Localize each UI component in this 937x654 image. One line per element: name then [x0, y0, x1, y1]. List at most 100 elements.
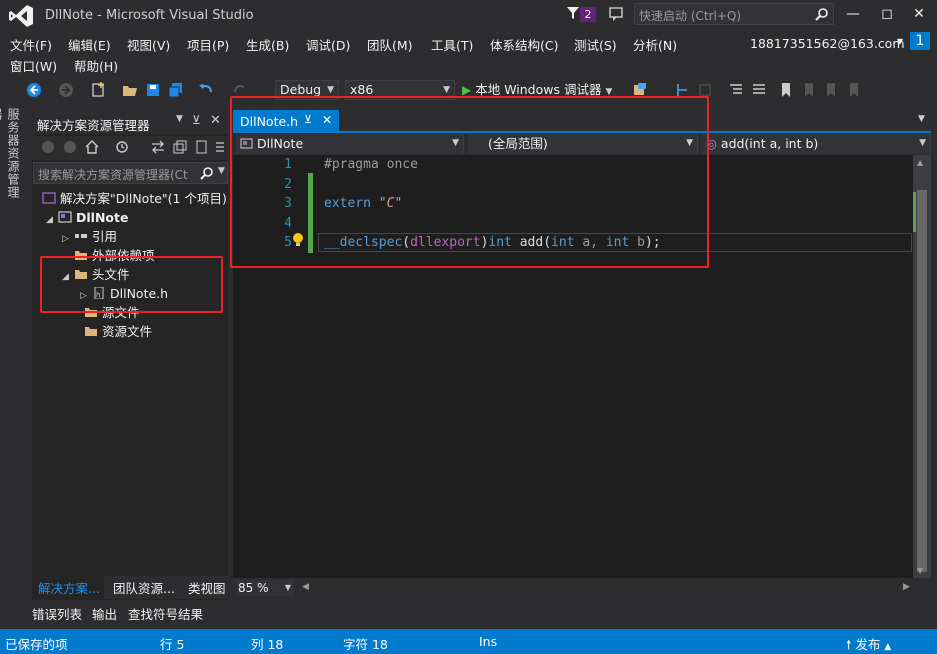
menu-window[interactable]: 窗口(W): [10, 56, 57, 75]
member-name: add(int a, int b): [720, 136, 819, 151]
account-dropdown-icon[interactable]: ▾: [897, 34, 903, 48]
tree-item-project[interactable]: ◢ DllNote: [46, 208, 128, 227]
menu-file[interactable]: 文件(F): [10, 35, 52, 54]
folder-icon: [85, 327, 97, 336]
cpp-project-icon: [58, 211, 72, 223]
status-text: 已保存的项: [5, 637, 68, 652]
pin-icon[interactable]: ⊻: [192, 113, 201, 127]
tab-output[interactable]: 输出: [92, 604, 117, 623]
status-bar: [0, 629, 937, 654]
zoom-value: 85 %: [238, 581, 269, 595]
back-icon[interactable]: [26, 82, 42, 98]
chevron-down-icon: ▼: [919, 138, 926, 148]
menu-help[interactable]: 帮助(H): [74, 56, 118, 75]
tree-item-label: DllNote: [76, 210, 129, 225]
tree-item-solution[interactable]: 解决方案"DllNote"(1 个项目): [42, 189, 227, 208]
expanded-chevron-icon[interactable]: ◢: [46, 211, 58, 230]
account-badge[interactable]: 1: [910, 32, 930, 50]
publish-button[interactable]: 🠕 发布 ▲: [846, 634, 891, 654]
tab-find-symbol-results[interactable]: 查找符号结果: [128, 604, 203, 623]
up-arrow-icon: 🠕: [846, 637, 852, 652]
menu-project[interactable]: 项目(P): [187, 35, 229, 54]
save-all-icon[interactable]: [168, 82, 184, 98]
history-icon[interactable]: [114, 139, 130, 155]
undo-icon[interactable]: [198, 82, 214, 98]
zoom-select[interactable]: 85 % ▼: [236, 580, 294, 596]
menu-tools[interactable]: 工具(T): [431, 35, 473, 54]
horizontal-scrollbar[interactable]: [233, 578, 913, 596]
search-icon: [200, 167, 213, 180]
menu-edit[interactable]: 编辑(E): [68, 35, 111, 54]
status-line: 行 5: [160, 637, 185, 652]
open-file-icon[interactable]: [122, 82, 138, 98]
play-icon: ▶: [462, 83, 472, 97]
scroll-down-icon[interactable]: ▼: [917, 566, 923, 575]
server-explorer-side-tab[interactable]: 服务器资源管理器: [0, 108, 22, 208]
visual-studio-logo-icon: [9, 5, 33, 27]
scroll-up-icon[interactable]: ▲: [917, 158, 923, 167]
quick-launch-input[interactable]: 快速启动 (Ctrl+Q): [634, 3, 834, 25]
status-column: 列 18: [251, 637, 284, 652]
menu-view[interactable]: 视图(V): [127, 35, 170, 54]
tab-list-dropdown-icon[interactable]: ▼: [918, 114, 925, 124]
start-debugging-label: 本地 Windows 调试器: [475, 82, 602, 97]
next-bookmark-icon[interactable]: [822, 82, 838, 98]
tree-item-references[interactable]: ▷ 引用: [62, 227, 117, 246]
solution-config-value: Debug: [280, 82, 322, 97]
home-icon[interactable]: [84, 139, 100, 155]
highlight-box-header-files: [40, 256, 223, 313]
new-project-icon[interactable]: [90, 82, 106, 98]
minimize-button[interactable]: —: [838, 4, 868, 24]
tab-error-list[interactable]: 错误列表: [32, 604, 82, 623]
uncomment-lines-icon[interactable]: [751, 82, 767, 98]
maximize-button[interactable]: ◻: [872, 4, 902, 24]
chevron-up-icon: ▲: [884, 642, 892, 652]
quick-launch-placeholder: 快速启动 (Ctrl+Q): [639, 9, 742, 23]
window-title: DllNote - Microsoft Visual Studio: [45, 8, 254, 23]
sync-icon[interactable]: [150, 139, 166, 155]
menu-team[interactable]: 团队(M): [367, 35, 413, 54]
member-dropdown[interactable]: ◎ add(int a, int b) ▼: [702, 134, 931, 154]
solution-explorer-search-input[interactable]: 搜索解决方案资源管理器(Ctrl ▼: [33, 162, 228, 184]
prev-bookmark-icon[interactable]: [800, 82, 816, 98]
close-button[interactable]: ✕: [904, 4, 934, 24]
menu-debug[interactable]: 调试(D): [306, 35, 350, 54]
close-panel-icon[interactable]: ✕: [210, 113, 221, 128]
menu-architecture[interactable]: 体系结构(C): [490, 35, 558, 54]
scroll-left-icon[interactable]: ◀: [302, 582, 309, 592]
comment-lines-icon[interactable]: [728, 82, 744, 98]
status-character: 字符 18: [343, 637, 388, 652]
menu-build[interactable]: 生成(B): [246, 35, 289, 54]
feedback-icon[interactable]: [608, 5, 626, 23]
save-icon[interactable]: [145, 82, 161, 98]
collapse-all-icon[interactable]: [172, 139, 188, 155]
tree-item-label: 引用: [92, 229, 118, 244]
show-all-files-icon[interactable]: [194, 139, 210, 155]
bookmark-icon[interactable]: [778, 82, 794, 98]
vertical-scroll-thumb[interactable]: [917, 190, 927, 572]
menu-test[interactable]: 测试(S): [574, 35, 617, 54]
scroll-change-marker: [913, 192, 916, 232]
notification-badge[interactable]: 2: [580, 7, 596, 22]
status-insert-mode: Ins: [479, 634, 498, 649]
account-name[interactable]: 18817351562@163.com: [750, 36, 905, 51]
tab-solution-explorer[interactable]: 解决方案...: [38, 578, 100, 597]
forward-icon[interactable]: [63, 140, 77, 154]
filter-icon[interactable]: [566, 6, 580, 20]
scroll-right-icon[interactable]: ▶: [903, 582, 910, 592]
clear-bookmarks-icon[interactable]: [845, 82, 861, 98]
tree-item-label: 资源文件: [102, 324, 153, 339]
forward-icon[interactable]: [58, 82, 74, 98]
tab-team-explorer[interactable]: 团队资源...: [113, 578, 175, 597]
collapsed-chevron-icon[interactable]: ▷: [62, 230, 74, 249]
properties-icon[interactable]: [214, 139, 226, 155]
references-icon: [75, 234, 87, 238]
back-icon[interactable]: [41, 140, 55, 154]
chevron-down-icon[interactable]: ▼: [218, 166, 225, 176]
tab-class-view[interactable]: 类视图: [188, 578, 226, 597]
menu-analyze[interactable]: 分析(N): [633, 35, 677, 54]
panel-dropdown-icon[interactable]: ▼: [176, 114, 183, 124]
chevron-down-icon: ▼: [284, 583, 291, 592]
tree-item-resource-files[interactable]: 资源文件: [84, 322, 152, 341]
solution-explorer-title: 解决方案资源管理器: [37, 118, 150, 133]
